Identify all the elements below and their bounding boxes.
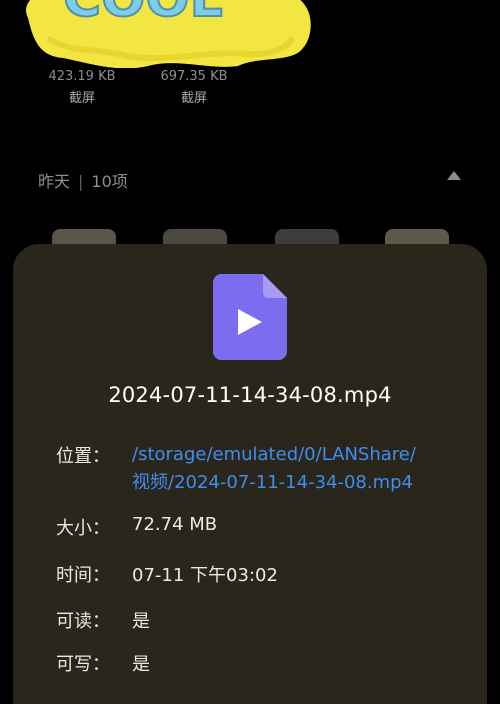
time-label: 时间： bbox=[56, 565, 110, 586]
readable-label: 可读： bbox=[56, 611, 110, 632]
section-separator: | bbox=[78, 172, 84, 191]
section-count: 10项 bbox=[91, 172, 128, 191]
readable-value: 是 bbox=[132, 611, 150, 632]
video-file-icon bbox=[213, 274, 287, 360]
thumbnail-name: 截屏 bbox=[180, 91, 207, 106]
thumbnail-size: 697.35 KB bbox=[160, 69, 228, 84]
sticker-text: COOL bbox=[63, 0, 223, 29]
location-path-line2[interactable]: 视频/2024-07-11-14-34-08.mp4 bbox=[132, 469, 416, 497]
section-header: 昨天 | 10项 bbox=[38, 168, 128, 192]
thumbnail-info-1[interactable]: 423.19 KB 截屏 bbox=[27, 66, 137, 110]
thumbnail-name: 截屏 bbox=[68, 91, 95, 106]
cool-sticker-image: COOL bbox=[26, 0, 311, 68]
writable-row: 可写： 是 bbox=[56, 650, 150, 676]
size-value: 72.74 MB bbox=[132, 514, 218, 535]
location-row: 位置： /storage/emulated/0/LANShare/ 视频/202… bbox=[56, 442, 416, 493]
size-label: 大小： bbox=[56, 518, 110, 539]
writable-value: 是 bbox=[132, 654, 150, 675]
time-value: 07-11 下午03:02 bbox=[132, 565, 278, 586]
file-name: 2024-07-11-14-34-08.mp4 bbox=[108, 383, 392, 407]
time-row: 时间： 07-11 下午03:02 bbox=[56, 561, 278, 587]
location-path-line1[interactable]: /storage/emulated/0/LANShare/ bbox=[132, 441, 416, 469]
writable-label: 可写： bbox=[56, 654, 110, 675]
collapse-up-icon[interactable] bbox=[447, 171, 461, 180]
location-label: 位置： bbox=[56, 446, 110, 467]
section-date: 昨天 bbox=[38, 172, 71, 191]
size-row: 大小： 72.74 MB bbox=[56, 514, 217, 540]
file-info-sheet: 2024-07-11-14-34-08.mp4 位置： /storage/emu… bbox=[13, 244, 487, 704]
readable-row: 可读： 是 bbox=[56, 607, 150, 633]
thumbnail-info-2[interactable]: 697.35 KB 截屏 bbox=[139, 66, 249, 110]
thumbnail-size: 423.19 KB bbox=[48, 69, 116, 84]
